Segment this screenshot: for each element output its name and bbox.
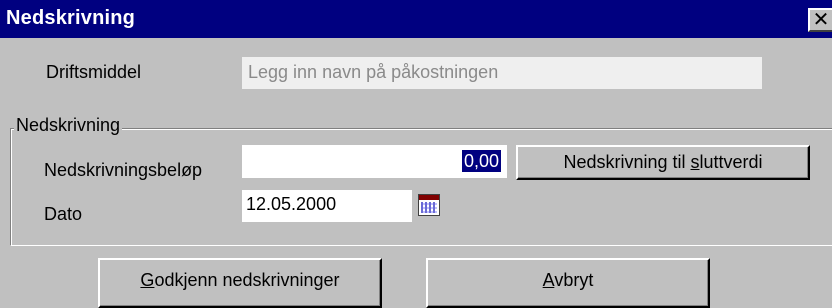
date-label: Dato xyxy=(44,204,83,224)
title-bar: Nedskrivning ✕ xyxy=(0,0,832,38)
amount-input[interactable]: 0,00 xyxy=(242,145,507,178)
close-icon: ✕ xyxy=(812,9,830,31)
cancel-label: Avbryt xyxy=(542,270,594,290)
approve-button[interactable]: Godkjenn nedskrivninger xyxy=(98,258,382,308)
cancel-button[interactable]: Avbryt xyxy=(426,258,710,308)
sluttverdi-label: Nedskrivning til sluttverdi xyxy=(563,152,763,172)
approve-label: Godkjenn nedskrivninger xyxy=(140,270,340,290)
amount-label: Nedskrivningsbeløp xyxy=(44,160,203,180)
driftsmiddel-label: Driftsmiddel xyxy=(46,62,142,82)
close-button[interactable]: ✕ xyxy=(808,8,832,32)
calendar-icon[interactable] xyxy=(418,194,440,216)
amount-value: 0,00 xyxy=(461,150,501,172)
sluttverdi-button[interactable]: Nedskrivning til sluttverdi xyxy=(516,145,810,180)
group-caption: Nedskrivning xyxy=(14,115,123,136)
window-title: Nedskrivning xyxy=(6,7,136,29)
driftsmiddel-field: Legg inn navn på påkostningen xyxy=(242,57,762,89)
date-input[interactable]: 12.05.2000 xyxy=(242,190,412,222)
